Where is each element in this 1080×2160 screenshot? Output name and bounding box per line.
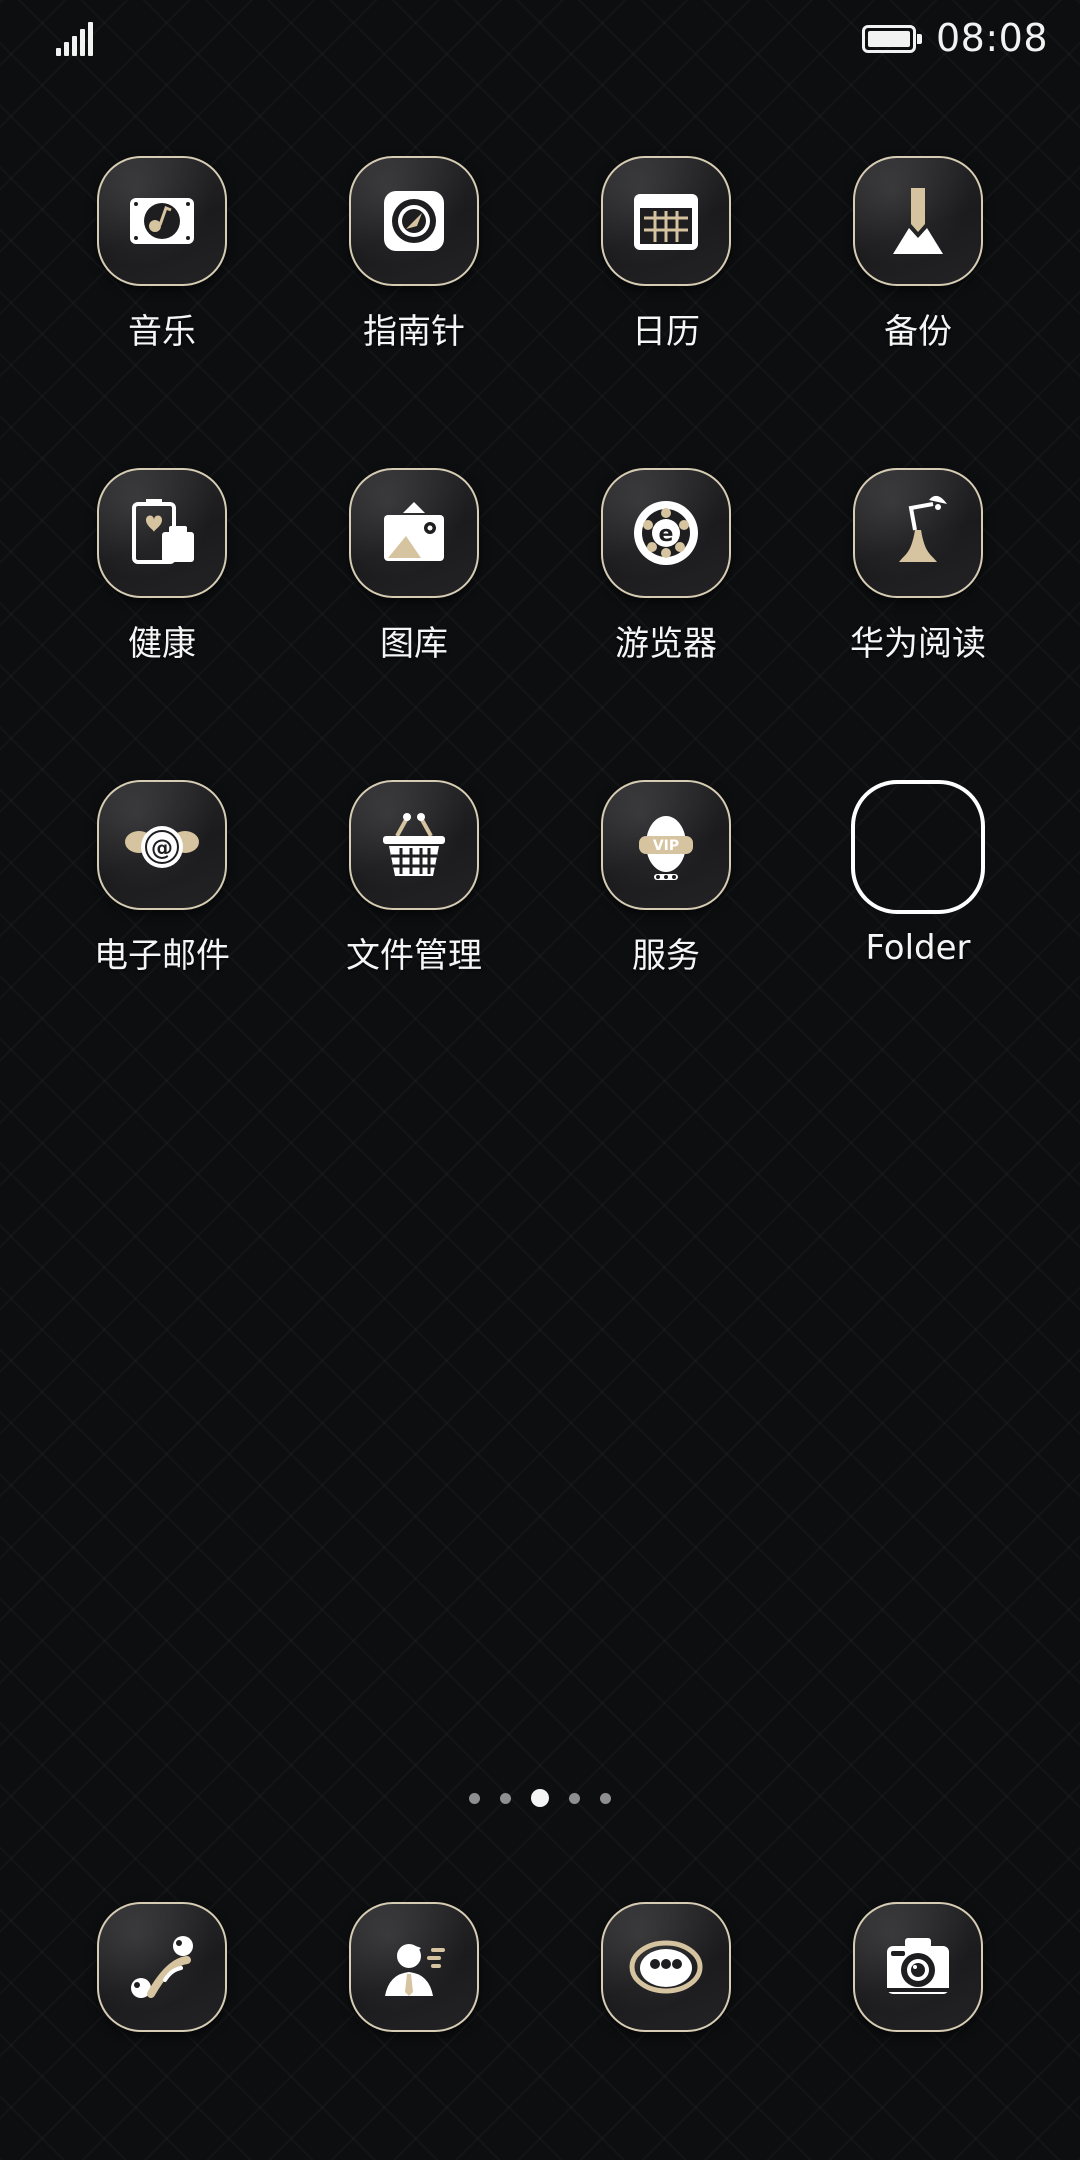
app-label: 文件管理 xyxy=(346,936,482,976)
page-dot[interactable] xyxy=(500,1792,511,1804)
page-dot[interactable] xyxy=(600,1792,611,1804)
battery-full-icon xyxy=(862,25,922,53)
app-label: 指南针 xyxy=(363,312,465,352)
status-bar: 08:08 xyxy=(0,0,1080,80)
folder[interactable]: Folder xyxy=(798,780,1038,968)
vip-service-icon: VIP xyxy=(601,780,731,910)
app-label: 备份 xyxy=(884,312,952,352)
status-time: 08:08 xyxy=(936,16,1049,60)
page-dot[interactable] xyxy=(469,1792,480,1804)
app-file-manager[interactable]: 文件管理 xyxy=(294,780,534,977)
dock-messages[interactable] xyxy=(546,1902,786,2032)
email-icon: @ xyxy=(97,780,227,910)
app-gallery[interactable]: 图库 xyxy=(294,468,534,665)
app-label: 日历 xyxy=(632,312,700,352)
health-icon xyxy=(97,468,227,598)
app-service[interactable]: VIP 服务 xyxy=(546,780,786,977)
app-label: 服务 xyxy=(632,936,700,976)
dock-phone[interactable] xyxy=(42,1902,282,2032)
svg-text:VIP: VIP xyxy=(653,838,679,854)
backup-icon xyxy=(853,156,983,286)
reading-lamp-icon xyxy=(853,468,983,598)
svg-text:e: e xyxy=(659,522,674,547)
folder-icon xyxy=(851,780,985,914)
dock-camera[interactable] xyxy=(798,1902,1038,2032)
dock-contacts[interactable] xyxy=(294,1902,534,2032)
signal-bars-icon xyxy=(56,22,94,56)
app-label: 游览器 xyxy=(615,624,717,664)
gallery-icon xyxy=(349,468,479,598)
app-label: 健康 xyxy=(128,624,196,664)
app-label: Folder xyxy=(865,928,971,968)
app-browser[interactable]: e 游览器 xyxy=(546,468,786,665)
app-music[interactable]: 音乐 xyxy=(42,156,282,353)
camera-icon xyxy=(853,1902,983,2032)
app-label: 图库 xyxy=(380,624,448,664)
browser-icon: e xyxy=(601,468,731,598)
app-huawei-reading[interactable]: 华为阅读 xyxy=(798,468,1038,665)
music-icon xyxy=(97,156,227,286)
app-label: 音乐 xyxy=(128,312,196,352)
page-dot[interactable] xyxy=(569,1792,580,1804)
app-calendar[interactable]: 日历 xyxy=(546,156,786,353)
basket-icon xyxy=(349,780,479,910)
calendar-icon xyxy=(601,156,731,286)
home-screen: 08:08 音乐 指南针 日历 备份 健康 图库 e 游览器 华为阅读 @ 电子… xyxy=(0,0,1080,2160)
contacts-icon xyxy=(349,1902,479,2032)
app-label: 电子邮件 xyxy=(94,936,230,976)
compass-icon xyxy=(349,156,479,286)
page-dot-active[interactable] xyxy=(531,1789,549,1807)
page-indicator xyxy=(0,1786,1080,1810)
app-compass[interactable]: 指南针 xyxy=(294,156,534,353)
messages-icon xyxy=(601,1902,731,2032)
app-label: 华为阅读 xyxy=(850,624,986,664)
app-backup[interactable]: 备份 xyxy=(798,156,1038,353)
app-email[interactable]: @ 电子邮件 xyxy=(42,780,282,977)
app-health[interactable]: 健康 xyxy=(42,468,282,665)
phone-icon xyxy=(97,1902,227,2032)
svg-text:@: @ xyxy=(151,836,173,861)
